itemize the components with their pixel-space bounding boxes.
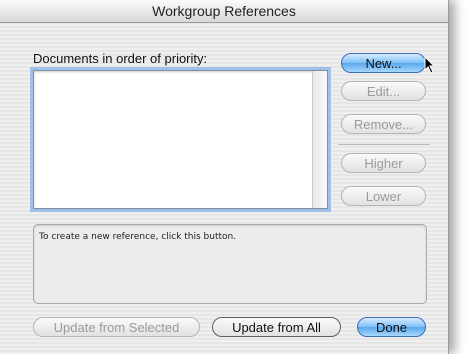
- update-from-all-button[interactable]: Update from All: [212, 317, 341, 337]
- documents-list-scrollbar[interactable]: [312, 71, 327, 208]
- info-text: To create a new reference, click this bu…: [39, 232, 237, 242]
- window-title: Workgroup References: [0, 0, 448, 23]
- workgroup-references-dialog: Workgroup References Documents in order …: [0, 0, 449, 354]
- lower-button[interactable]: Lower: [341, 186, 426, 206]
- update-from-selected-button[interactable]: Update from Selected: [33, 317, 200, 337]
- edit-button[interactable]: Edit...: [341, 81, 426, 101]
- arrow-cursor-icon: [424, 56, 436, 74]
- remove-button[interactable]: Remove...: [341, 114, 426, 134]
- documents-label: Documents in order of priority:: [33, 51, 208, 66]
- button-separator: [338, 144, 430, 145]
- done-button[interactable]: Done: [357, 317, 426, 337]
- higher-button[interactable]: Higher: [341, 153, 426, 173]
- documents-list[interactable]: [33, 70, 328, 209]
- new-button[interactable]: New...: [341, 53, 426, 73]
- info-panel: To create a new reference, click this bu…: [33, 224, 427, 304]
